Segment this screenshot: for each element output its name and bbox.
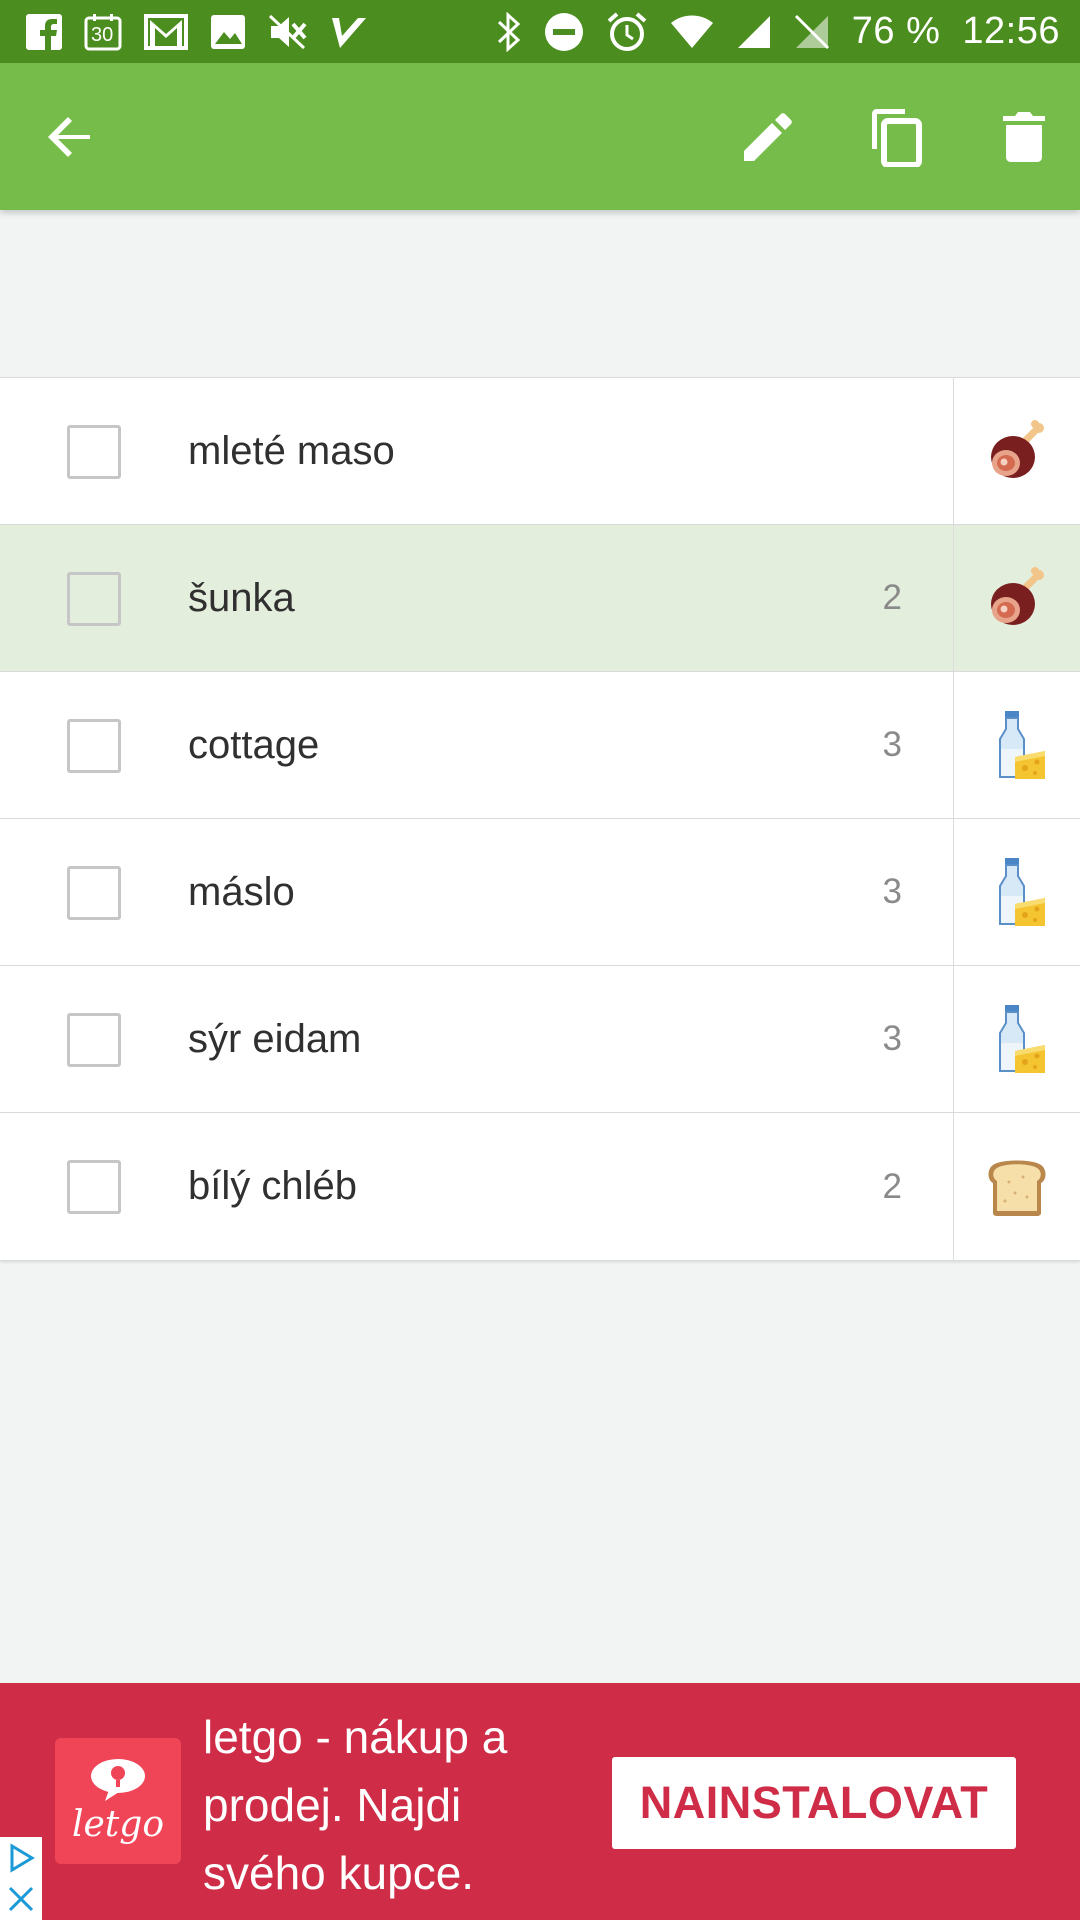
list-item[interactable]: šunka 2 [0,525,1080,672]
item-checkbox[interactable] [67,719,121,773]
delete-button[interactable] [994,107,1054,167]
item-checkbox[interactable] [67,1013,121,1067]
ad-logo[interactable]: letgo [55,1738,181,1864]
ad-banner[interactable]: letgo letgo - nákup a prodej. Najdi svéh… [0,1683,1080,1920]
tasks-icon [330,14,368,50]
ad-text: letgo - nákup a prodej. Najdi svého kupc… [203,1711,508,1899]
milk-cheese-icon [985,1003,1049,1075]
system-icons: 76 % 12:56 [496,10,1060,53]
item-quantity: 3 [882,725,902,764]
milk-cheese-icon [985,856,1049,928]
item-name: sýr eidam [188,1016,362,1061]
muted-icon [268,14,308,50]
item-name: šunka [188,575,295,620]
status-bar: 30 76 % 12:56 [0,0,1080,63]
item-quantity: 2 [882,1166,902,1206]
delete-icon [1003,111,1045,162]
app-bar-actions [738,107,1054,167]
item-checkbox[interactable] [67,572,121,626]
ham-icon [985,419,1049,483]
edit-icon [744,112,792,161]
gmail-icon [144,13,188,50]
item-checkbox[interactable] [67,866,121,920]
item-quantity: 2 [882,578,902,617]
shopping-list: mleté maso šunka 2 cottage 3 máslo 3 sýr eidam 3… [0,377,1080,1260]
milk-cheese-icon [985,709,1049,781]
facebook-icon [26,13,62,50]
item-name: mleté maso [188,428,395,473]
arrow-back-icon [48,116,90,157]
copy-icon [872,108,922,167]
letgo-logo-icon [91,1758,145,1801]
item-name: bílý chléb [188,1164,357,1208]
list-item[interactable]: cottage 3 [0,672,1080,819]
calendar-icon: 30 [84,13,122,51]
bread-icon [985,1157,1049,1217]
alarm-icon [606,11,648,52]
category-button[interactable] [953,1113,1080,1260]
item-checkbox[interactable] [67,1160,121,1214]
edit-button[interactable] [738,107,798,167]
back-button[interactable] [40,107,100,167]
item-quantity: 3 [882,872,902,911]
item-name: cottage [188,722,320,767]
close-icon[interactable] [6,1884,36,1914]
category-button[interactable] [953,525,1080,671]
notification-icons: 30 [26,13,368,51]
clock: 12:56 [962,10,1060,52]
category-button[interactable] [953,966,1080,1112]
category-button[interactable] [953,378,1080,524]
no-signal-icon [794,14,830,50]
gallery-icon [210,14,246,50]
ad-logo-text: letgo [71,1803,164,1845]
adchoices-icon[interactable] [6,1843,36,1873]
bluetooth-icon [496,11,522,52]
list-item[interactable]: bílý chléb 2 [0,1113,1080,1260]
category-button[interactable] [953,672,1080,818]
item-name: máslo [188,869,295,914]
dnd-icon [544,12,584,52]
battery-percent: 76 % [851,10,941,52]
item-quantity: 3 [882,1019,902,1058]
ad-choices[interactable] [0,1837,42,1920]
item-checkbox[interactable] [67,425,121,479]
list-item[interactable]: mleté maso [0,378,1080,525]
copy-button[interactable] [866,107,926,167]
signal-icon [736,14,772,50]
install-button[interactable]: NAINSTALOVAT [612,1757,1016,1849]
calendar-day: 30 [91,23,114,46]
list-item[interactable]: máslo 3 [0,819,1080,966]
wifi-icon [670,14,714,50]
ham-icon [985,566,1049,630]
list-item[interactable]: sýr eidam 3 [0,966,1080,1113]
app-bar [0,63,1080,210]
category-button[interactable] [953,819,1080,965]
